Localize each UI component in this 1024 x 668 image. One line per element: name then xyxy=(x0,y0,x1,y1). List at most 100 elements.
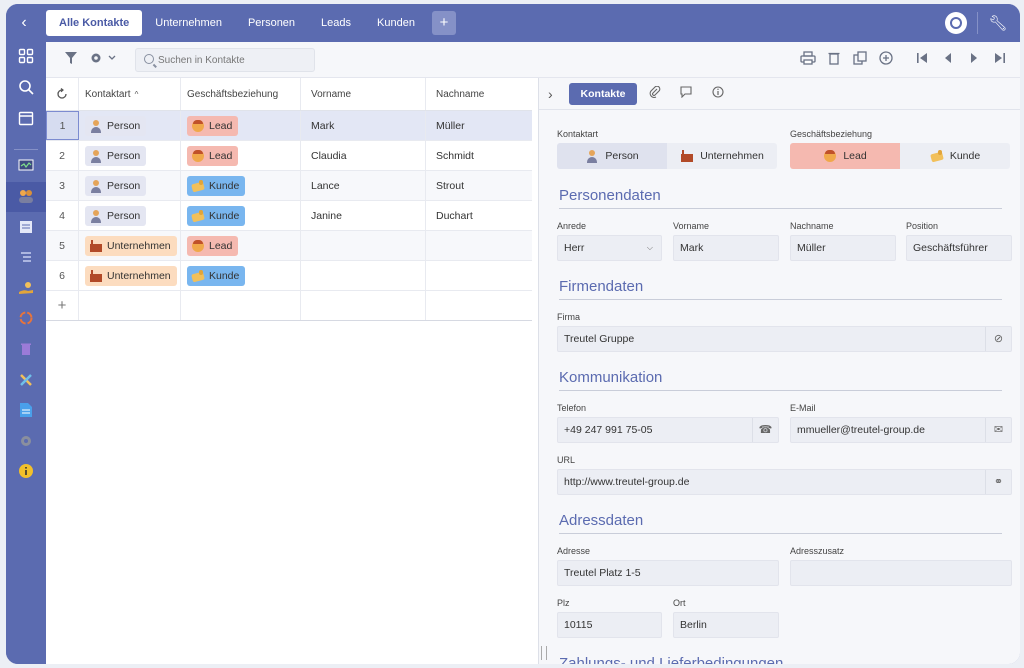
beziehung-option-kunde[interactable]: Kunde xyxy=(900,143,1010,169)
empty-cell xyxy=(79,291,181,320)
vorname-field[interactable]: Mark xyxy=(673,235,779,261)
add-row-icon[interactable]: + xyxy=(46,291,79,320)
previous-record-icon[interactable] xyxy=(939,51,957,69)
rail-divider xyxy=(14,149,38,150)
attachment-icon[interactable] xyxy=(647,85,663,102)
tab-kontakte[interactable]: Kontakte xyxy=(569,83,637,105)
telefon-field[interactable]: +49 247 991 75-05 ☎︎ xyxy=(557,417,779,443)
adresse-field[interactable]: Treutel Platz 1-5 xyxy=(557,560,779,586)
phone-icon[interactable]: ☎︎ xyxy=(752,418,778,442)
nachname-field[interactable]: Müller xyxy=(790,235,896,261)
kontaktart-option-person[interactable]: Person xyxy=(557,143,667,169)
print-icon[interactable] xyxy=(799,51,817,69)
refresh-icon[interactable] xyxy=(46,78,79,110)
add-tab-button[interactable]: + xyxy=(431,11,456,35)
settings-icon[interactable] xyxy=(16,433,36,453)
form-icon[interactable] xyxy=(16,219,36,239)
calendar-icon[interactable] xyxy=(16,110,36,130)
list-icon[interactable] xyxy=(16,249,36,269)
info-icon[interactable] xyxy=(710,86,726,102)
chip-label: Kunde xyxy=(209,269,240,282)
grid-icon[interactable] xyxy=(16,48,36,68)
add-row[interactable]: + xyxy=(46,291,532,321)
contacts-icon[interactable] xyxy=(16,188,36,208)
unlink-icon[interactable]: ⊘ xyxy=(985,327,1011,351)
adresszusatz-field[interactable] xyxy=(790,560,1012,586)
chip-label: Unternehmen xyxy=(107,239,171,252)
vorname-cell: Janine xyxy=(301,201,426,230)
beziehung-chip: Kunde xyxy=(187,265,246,286)
target-icon[interactable] xyxy=(945,12,967,34)
beziehung-chip: Lead xyxy=(187,115,239,136)
trash-icon[interactable] xyxy=(16,341,36,361)
chip-label: Kunde xyxy=(209,179,240,192)
tab-leads[interactable]: Leads xyxy=(308,10,364,36)
kontaktart-chip: Person xyxy=(85,115,147,136)
delete-icon[interactable] xyxy=(825,51,843,69)
beziehung-option-lead[interactable]: Lead xyxy=(790,143,900,169)
table-row[interactable]: 3 Person Kunde Lance Strout xyxy=(46,171,532,201)
column-header-geschaeftsbeziehung[interactable]: Geschäftsbeziehung xyxy=(181,78,301,110)
add-circle-icon[interactable] xyxy=(877,51,895,69)
last-record-icon[interactable] xyxy=(991,51,1009,69)
first-record-icon[interactable] xyxy=(913,51,931,69)
url-field[interactable]: http://www.treutel-group.de ⚭ xyxy=(557,469,1012,495)
tools-icon[interactable] xyxy=(16,372,36,392)
vorname-cell: Lance xyxy=(301,171,426,200)
globe-icon[interactable]: ⚭ xyxy=(985,470,1011,494)
table-row[interactable]: 1 Person Lead Mark Müller xyxy=(46,111,532,141)
plz-field[interactable]: 10115 xyxy=(557,612,662,638)
document-icon[interactable] xyxy=(16,402,36,422)
firma-field[interactable]: Treutel Gruppe ⊘ xyxy=(557,326,1012,352)
wrench-icon[interactable]: 🔧︎ xyxy=(988,14,1008,32)
collapse-panel-icon[interactable]: › xyxy=(548,86,553,102)
search-input[interactable] xyxy=(158,52,308,68)
settings-dropdown-icon[interactable] xyxy=(88,51,118,69)
tab-kunden[interactable]: Kunden xyxy=(364,10,428,36)
kontaktart-toggle: Person Unternehmen xyxy=(557,143,777,169)
column-header-vorname[interactable]: Vorname xyxy=(301,78,426,110)
chip-label: Unternehmen xyxy=(107,269,171,282)
email-field[interactable]: mmueller@treutel-group.de ✉︎ xyxy=(790,417,1012,443)
comment-icon[interactable] xyxy=(678,86,694,102)
next-record-icon[interactable] xyxy=(965,51,983,69)
lead-icon xyxy=(191,119,205,133)
table-row[interactable]: 2 Person Lead Claudia Schmidt xyxy=(46,141,532,171)
beziehung-chip: Lead xyxy=(187,235,239,256)
row-number: 4 xyxy=(46,201,79,230)
detail-panel-header: › Kontakte xyxy=(539,78,1020,110)
table-row[interactable]: 4 Person Kunde Janine Duchart xyxy=(46,201,532,231)
table-row[interactable]: 5 Unternehmen Lead xyxy=(46,231,532,261)
search-icon[interactable] xyxy=(16,79,36,99)
anrede-select[interactable]: Herr ⌵ xyxy=(557,235,662,261)
filter-icon[interactable] xyxy=(62,51,80,69)
beziehung-toggle: Lead Kunde xyxy=(790,143,1010,169)
tab-personen[interactable]: Personen xyxy=(235,10,308,36)
back-icon[interactable]: ‹ xyxy=(14,13,34,33)
chip-label: Lead xyxy=(209,119,233,132)
ort-field[interactable]: Berlin xyxy=(673,612,779,638)
copy-icon[interactable] xyxy=(851,51,869,69)
adresszusatz-label: Adresszusatz xyxy=(790,546,845,556)
row-number: 5 xyxy=(46,231,79,260)
mail-icon[interactable]: ✉︎ xyxy=(985,418,1011,442)
tab-unternehmen[interactable]: Unternehmen xyxy=(142,10,235,36)
monitor-icon[interactable] xyxy=(16,158,36,178)
position-field[interactable]: Geschäftsführer xyxy=(906,235,1012,261)
info-icon[interactable] xyxy=(16,463,36,483)
option-label: Kunde xyxy=(949,150,981,162)
kontaktart-option-unternehmen[interactable]: Unternehmen xyxy=(667,143,777,169)
cycle-icon[interactable] xyxy=(16,310,36,330)
row-number: 3 xyxy=(46,171,79,200)
nachname-cell: Müller xyxy=(436,119,465,132)
top-right-tools: 🔧︎ xyxy=(945,12,1008,34)
sort-asc-icon: ^ xyxy=(134,89,139,99)
column-header-kontaktart[interactable]: Kontaktart ^ xyxy=(79,78,181,110)
table-row[interactable]: 6 Unternehmen Kunde xyxy=(46,261,532,291)
factory-icon xyxy=(680,149,694,163)
money-hand-icon[interactable] xyxy=(16,280,36,300)
column-header-nachname[interactable]: Nachname xyxy=(426,78,532,110)
tab-alle-kontakte[interactable]: Alle Kontakte xyxy=(46,10,143,36)
chip-label: Lead xyxy=(209,149,233,162)
resize-handle[interactable] xyxy=(541,646,547,660)
